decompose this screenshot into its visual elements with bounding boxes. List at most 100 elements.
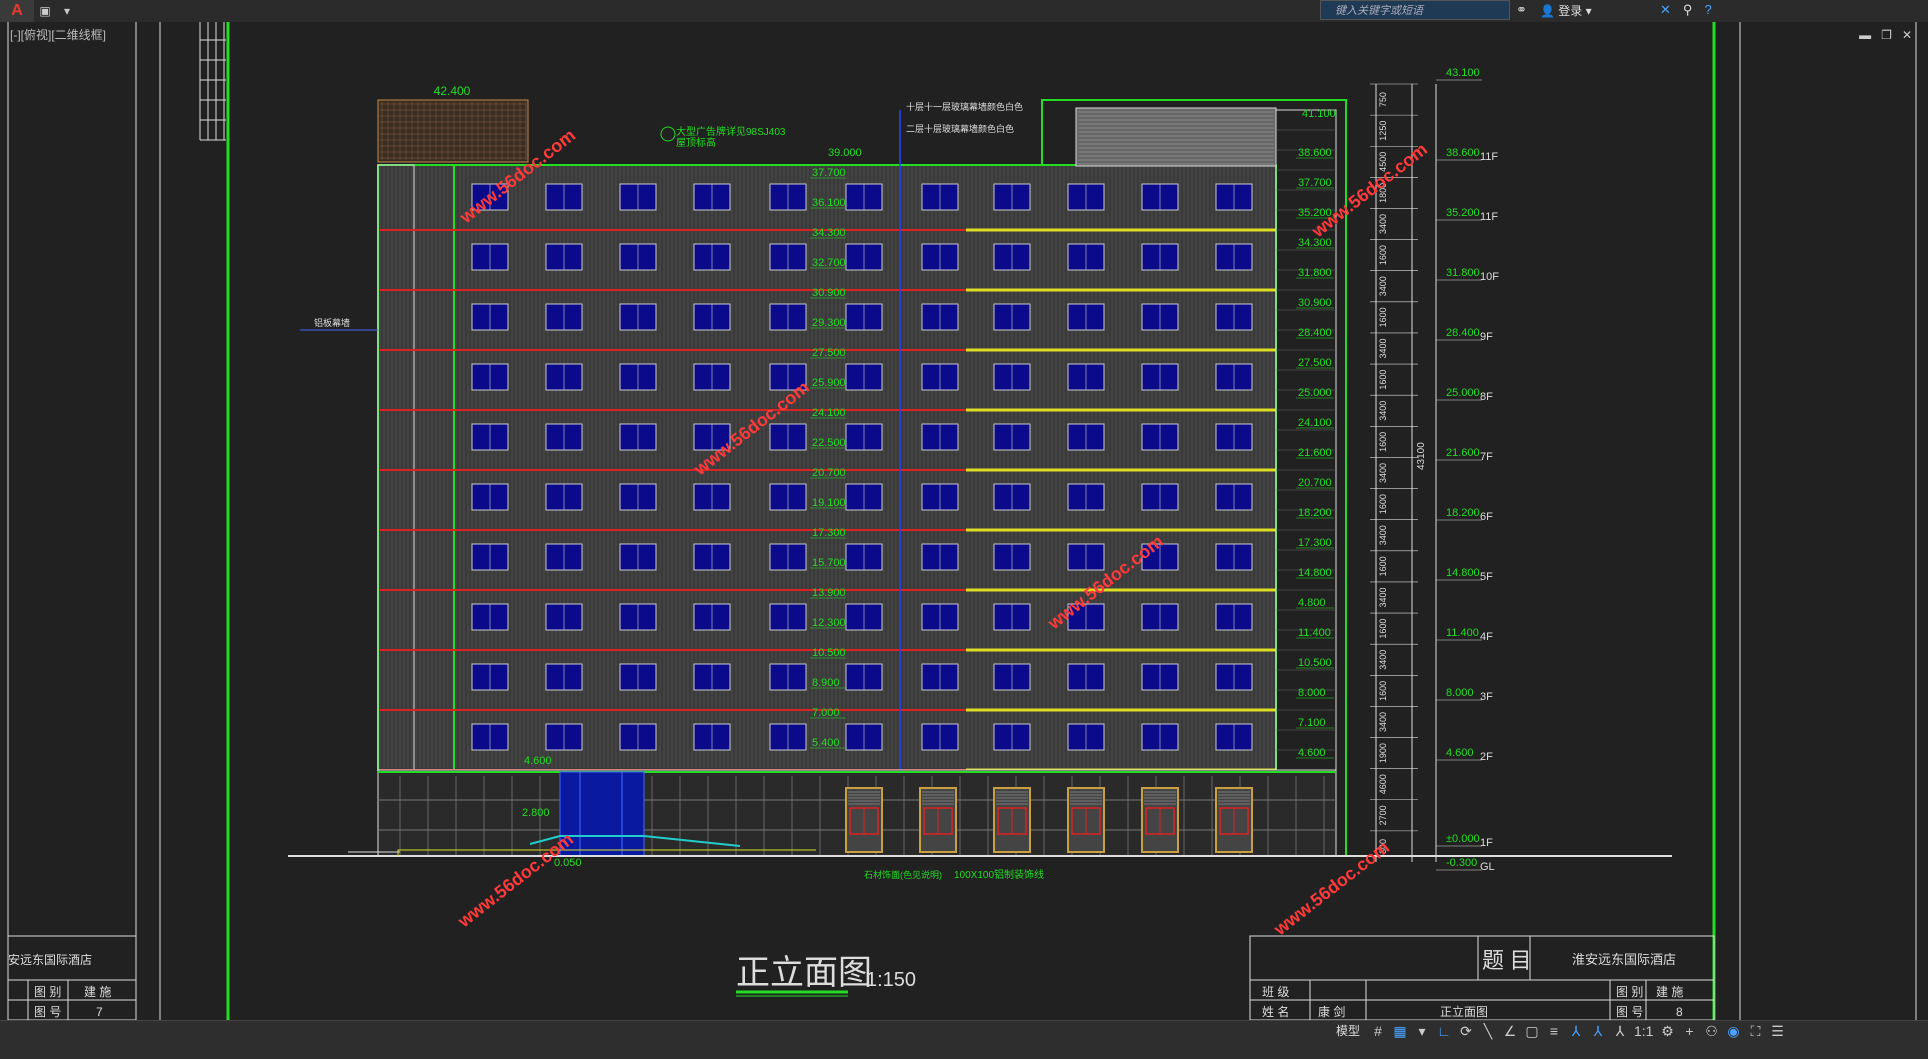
left-elev-label: 7.000 xyxy=(812,707,840,719)
dimension-label: 1600 xyxy=(1378,619,1388,639)
level-elev-label: 14.800 xyxy=(1446,567,1480,579)
fullscreen-icon[interactable]: ⛶ xyxy=(1747,1023,1763,1040)
dimension-label: 1600 xyxy=(1378,556,1388,576)
left-elev-label: 24.100 xyxy=(812,407,846,419)
left-tb-cat-value: 建 施 xyxy=(84,985,111,999)
rooftop-sign xyxy=(377,99,529,163)
dimension-label: 3400 xyxy=(1378,463,1388,483)
level-elev-label: 18.200 xyxy=(1446,507,1480,519)
right-elev-label: 7.100 xyxy=(1298,717,1326,729)
drawing-scale: 1:150 xyxy=(866,969,916,991)
right-elev-label: 18.200 xyxy=(1298,507,1332,519)
osnap-icon[interactable]: ╲ xyxy=(1480,1023,1496,1040)
floor-label: 10F xyxy=(1480,271,1499,283)
dimension-label: 3400 xyxy=(1378,712,1388,732)
floor-label: 5F xyxy=(1480,571,1493,583)
model-tab[interactable]: 模型 xyxy=(1336,1022,1360,1039)
top-slab-elev: 41.100 xyxy=(1302,108,1336,120)
dimension-label: 1600 xyxy=(1378,307,1388,327)
dimension-label: 1900 xyxy=(1378,743,1388,763)
roof-elev-label: 42.400 xyxy=(434,84,471,98)
plus-icon[interactable]: + xyxy=(1681,1023,1697,1039)
left-elev-label: 20.700 xyxy=(812,467,846,479)
drawing-canvas[interactable]: 42.400 37.700 36.100 34.300 32.700 30.900 29.… xyxy=(0,0,1928,1020)
tb-cat-value: 建 施 xyxy=(1656,985,1683,999)
floor-label: 4F xyxy=(1480,631,1493,643)
right-elev-label: 14.800 xyxy=(1298,567,1332,579)
annotation-visibility-icon[interactable]: ⅄ xyxy=(1590,1023,1606,1040)
left-elev-label: 10.500 xyxy=(812,647,846,659)
right-elev-label: 21.600 xyxy=(1298,447,1332,459)
floor-label: 9F xyxy=(1480,331,1493,343)
note-top2: 二层十层玻璃幕墙颜色白色 xyxy=(906,123,1014,134)
floor-label: 3F xyxy=(1480,691,1493,703)
gear-icon[interactable]: ⚙ xyxy=(1659,1023,1675,1040)
floor-label: 6F xyxy=(1480,511,1493,523)
note-left: 铝板幕墙 xyxy=(314,317,350,328)
tb-cat-label: 图 别 xyxy=(1616,985,1643,999)
left-tb-cat-label: 图 别 xyxy=(34,985,61,999)
right-elev-label: 8.000 xyxy=(1298,687,1326,699)
right-elev-label: 4.600 xyxy=(1298,747,1326,759)
level-elev-label: ±0.000 xyxy=(1446,833,1480,845)
dimension-label: 1250 xyxy=(1378,121,1388,141)
left-elev-label: 8.900 xyxy=(812,677,840,689)
left-elev-label: 13.900 xyxy=(812,587,846,599)
left-elev-label: 17.300 xyxy=(812,527,846,539)
bottom-note-2: 100X100铝制装饰线 xyxy=(954,868,1044,881)
dimension-label: 1600 xyxy=(1378,370,1388,390)
left-elev-label: 27.500 xyxy=(812,347,846,359)
grid-icon[interactable]: # xyxy=(1370,1023,1386,1039)
right-elev-label: 4.800 xyxy=(1298,597,1326,609)
level-elev-label: 35.200 xyxy=(1446,207,1480,219)
left-elev-label: 15.700 xyxy=(812,557,846,569)
level-elev-label: 11.400 xyxy=(1446,627,1479,639)
tb-row1-a: 班 级 xyxy=(1262,985,1289,999)
isolate-icon[interactable]: ⚇ xyxy=(1703,1023,1719,1040)
scale-label[interactable]: 1:1 xyxy=(1634,1023,1653,1039)
right-elev-label: 37.700 xyxy=(1298,177,1332,189)
left-elev-label: 25.900 xyxy=(812,377,846,389)
left-elev-label: 5.400 xyxy=(812,737,840,749)
chevron-down-icon[interactable]: ▾ xyxy=(1414,1023,1430,1040)
annotation-scale-icon[interactable]: ⅄ xyxy=(1612,1023,1628,1040)
dimension-label: 1600 xyxy=(1378,432,1388,452)
tb-row2-a: 姓 名 xyxy=(1262,1004,1289,1019)
snap-icon[interactable]: ▦ xyxy=(1392,1023,1408,1040)
level-elev-label: 38.600 xyxy=(1446,147,1480,159)
ortho-icon[interactable]: ∟ xyxy=(1436,1023,1452,1039)
otrack-icon[interactable]: ∠ xyxy=(1502,1023,1518,1040)
level-elev-label: 8.000 xyxy=(1446,687,1474,699)
dimension-label: 1600 xyxy=(1378,494,1388,514)
title-block-project: 淮安远东国际酒店 xyxy=(1572,952,1676,967)
level-elev-label: 4.600 xyxy=(1446,747,1474,759)
level-elev-label: 31.800 xyxy=(1446,267,1480,279)
left-elev-label: 37.700 xyxy=(812,167,846,179)
tb-drawing-name: 正立面图 xyxy=(1440,1004,1488,1019)
menu-icon[interactable]: ☰ xyxy=(1769,1023,1785,1040)
annotation-icon[interactable]: ⅄ xyxy=(1568,1023,1584,1040)
dimension-label: 750 xyxy=(1378,92,1388,107)
level-elev-label: 43.100 xyxy=(1446,67,1480,79)
mid-elev: 39.000 xyxy=(828,147,862,159)
left-grid-lines xyxy=(199,22,226,141)
ground-elev-2: 2.800 xyxy=(522,807,550,819)
right-elev-label: 10.500 xyxy=(1298,657,1332,669)
upper-note2: 屋顶标高 xyxy=(676,136,716,149)
right-elev-label: 25.000 xyxy=(1298,387,1332,399)
dimension-label: 3400 xyxy=(1378,525,1388,545)
level-elev-label: 25.000 xyxy=(1446,387,1480,399)
dimension-label: 3400 xyxy=(1378,214,1388,234)
lineweight-icon[interactable]: ≡ xyxy=(1546,1023,1562,1039)
ucs-icon[interactable]: ▢ xyxy=(1524,1023,1540,1040)
left-tb-no-value: 7 xyxy=(96,1005,103,1019)
floor-label: 1F xyxy=(1480,837,1493,849)
dimension-label: 3400 xyxy=(1378,650,1388,670)
polar-icon[interactable]: ⟳ xyxy=(1458,1023,1474,1040)
floor-label: 11F xyxy=(1480,151,1498,163)
left-elev-label: 12.300 xyxy=(812,617,846,629)
left-elev-label: 36.100 xyxy=(812,197,846,209)
hardware-accel-icon[interactable]: ◉ xyxy=(1725,1023,1741,1040)
level-elev-label: 28.400 xyxy=(1446,327,1480,339)
dimension-label: 3400 xyxy=(1378,587,1388,607)
